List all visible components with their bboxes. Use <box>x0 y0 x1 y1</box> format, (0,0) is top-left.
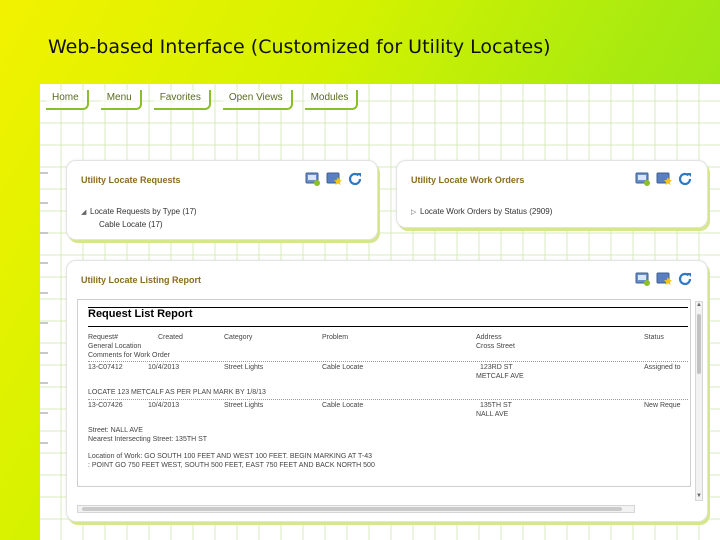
cell-problem: Cable Locate <box>322 364 364 371</box>
favorite-icon[interactable] <box>326 171 342 187</box>
cell-note: Location of Work: GO SOUTH 100 FEET AND … <box>88 453 372 460</box>
col-header-created: Created <box>158 334 183 341</box>
report-viewer[interactable]: Request List Report Request# General Loc… <box>77 299 691 487</box>
view-icon[interactable] <box>635 171 651 187</box>
scroll-down-icon[interactable]: ▼ <box>696 493 702 500</box>
col-header-address: Address <box>476 334 502 341</box>
panel-title: Utility Locate Work Orders <box>411 175 525 185</box>
cell-problem: Cable Locate <box>322 402 364 409</box>
tree-node-label: Cable Locate (17) <box>99 220 163 229</box>
slide-title: Web-based Interface (Customized for Util… <box>48 36 551 58</box>
tree-node[interactable]: ▷ Locate Work Orders by Status (2909) <box>411 207 552 216</box>
cell-request[interactable]: 13-C07412 <box>88 364 123 371</box>
scroll-up-icon[interactable]: ▲ <box>696 302 702 309</box>
col-header-general-location: General Location <box>88 343 142 350</box>
col-header-request: Request# <box>88 334 118 341</box>
tree-node-label: Locate Requests by Type (17) <box>90 207 197 216</box>
col-header-category: Category <box>224 334 253 341</box>
refresh-icon[interactable] <box>677 171 693 187</box>
collapsed-arrow-icon[interactable]: ▷ <box>411 208 420 216</box>
horizontal-scrollbar[interactable] <box>77 505 635 513</box>
report-title: Request List Report <box>88 308 193 320</box>
nav-open-views[interactable]: Open Views <box>222 90 293 110</box>
row-divider <box>88 399 688 400</box>
cell-created: 10/4/2013 <box>148 364 180 371</box>
cell-address: 123RD ST <box>480 364 513 371</box>
nav-favorites[interactable]: Favorites <box>153 90 211 110</box>
cell-category: Street Lights <box>224 402 264 409</box>
nav-modules[interactable]: Modules <box>304 90 359 110</box>
view-icon[interactable] <box>305 171 321 187</box>
workorders-panel: Utility Locate Work Orders ▷ Locate Work … <box>396 160 708 228</box>
app-window: Home Menu Favorites Open Views Modules U… <box>40 84 720 540</box>
cell-note: Nearest Intersecting Street: 135TH ST <box>88 436 208 443</box>
expanded-arrow-icon[interactable]: ◢ <box>81 208 90 216</box>
listing-report-panel: Utility Locate Listing Report Request Li… <box>66 260 708 522</box>
report-divider <box>88 307 688 308</box>
row-divider <box>88 361 688 362</box>
cell-note: LOCATE 123 METCALF AS PER PLAN MARK BY 1… <box>88 389 266 396</box>
favorite-icon[interactable] <box>656 271 672 287</box>
tree-node[interactable]: Cable Locate (17) <box>99 220 163 229</box>
panel-title: Utility Locate Requests <box>81 175 181 185</box>
panel-toolbar <box>635 271 693 287</box>
col-header-problem: Problem <box>322 334 349 341</box>
favorite-icon[interactable] <box>656 171 672 187</box>
vertical-scrollbar[interactable]: ▲ ▼ <box>695 301 703 501</box>
cell-cross-street: METCALF AVE <box>476 373 524 380</box>
cell-note: Street: NALL AVE <box>88 427 143 434</box>
top-nav: Home Menu Favorites Open Views Modules <box>40 90 359 110</box>
view-icon[interactable] <box>635 271 651 287</box>
panel-toolbar <box>305 171 363 187</box>
nav-home[interactable]: Home <box>46 90 89 110</box>
scroll-thumb[interactable] <box>697 314 701 374</box>
cell-status: Assigned to <box>644 364 681 371</box>
requests-panel: Utility Locate Requests ◢ Locate Requests… <box>66 160 378 240</box>
left-rail <box>40 144 48 444</box>
col-header-status: Status <box>644 334 664 341</box>
scroll-thumb[interactable] <box>82 507 622 511</box>
refresh-icon[interactable] <box>347 171 363 187</box>
report-divider <box>88 326 688 327</box>
refresh-icon[interactable] <box>677 271 693 287</box>
cell-note: : POINT GO 750 FEET WEST, SOUTH 500 FEET… <box>88 462 375 469</box>
panel-title: Utility Locate Listing Report <box>81 275 202 285</box>
panel-toolbar <box>635 171 693 187</box>
tree-node[interactable]: ◢ Locate Requests by Type (17) <box>81 207 197 216</box>
cell-request[interactable]: 13-C07426 <box>88 402 123 409</box>
col-header-comments: Comments for Work Order <box>88 352 170 359</box>
cell-created: 10/4/2013 <box>148 402 180 409</box>
nav-menu[interactable]: Menu <box>100 90 142 110</box>
col-header-cross-street: Cross Street <box>476 343 515 350</box>
cell-status: New Reque <box>644 402 681 409</box>
tree-node-label: Locate Work Orders by Status (2909) <box>420 207 553 216</box>
cell-cross-street: NALL AVE <box>476 411 509 418</box>
cell-address: 135TH ST <box>480 402 512 409</box>
cell-category: Street Lights <box>224 364 264 371</box>
